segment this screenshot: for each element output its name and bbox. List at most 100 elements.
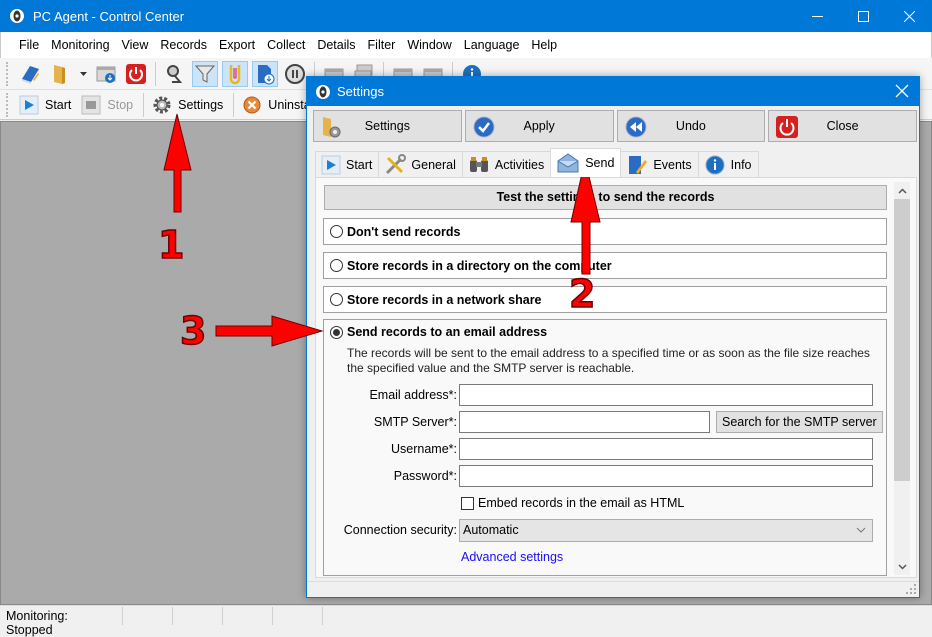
status-cell (273, 606, 323, 625)
send-scroll-area: Test the settings to send the records Do… (316, 178, 916, 577)
tab-events[interactable]: Events (620, 151, 699, 177)
clip-icon (229, 64, 241, 84)
dialog-close-button[interactable] (893, 82, 911, 103)
undo-button[interactable]: Undo (616, 110, 766, 142)
smtp-server-input[interactable] (459, 411, 710, 433)
embed-html-checkbox[interactable] (461, 496, 474, 510)
dialog-settings-button[interactable]: Settings (313, 110, 462, 142)
toolbar-grip[interactable] (6, 92, 9, 117)
menu-filter[interactable]: Filter (362, 38, 402, 52)
username-row: Username*: (324, 438, 873, 460)
connection-security-select[interactable]: Automatic (459, 518, 873, 542)
resize-grip-icon[interactable] (906, 584, 916, 594)
chevron-down-icon (897, 563, 907, 570)
folder-button[interactable] (47, 61, 73, 87)
tab-info-label: Info (730, 157, 752, 172)
start-button[interactable]: Start (15, 92, 77, 118)
scroll-up-button[interactable] (894, 182, 910, 199)
option-directory[interactable]: Store records in a directory on the comp… (323, 252, 887, 279)
close-window-button[interactable] (886, 0, 932, 32)
username-label: Username*: (391, 442, 457, 456)
radio-directory[interactable] (330, 259, 343, 272)
clip-button[interactable] (222, 60, 248, 87)
radio-network-share[interactable] (330, 293, 343, 306)
dialog-close-action-button[interactable]: Close (768, 110, 917, 142)
chevron-down-icon (856, 527, 866, 533)
settings-button[interactable]: Settings (148, 92, 229, 118)
menu-collect[interactable]: Collect (261, 38, 311, 52)
embed-html-label: Embed records in the email as HTML (478, 496, 685, 510)
minimize-button[interactable] (794, 0, 840, 32)
advanced-settings-link[interactable]: Advanced settings (461, 550, 563, 564)
tab-activities-label: Activities (494, 157, 545, 172)
advanced-row: Advanced settings (461, 546, 563, 568)
radio-email[interactable] (330, 325, 343, 339)
download-document-button[interactable] (252, 60, 278, 87)
tab-info[interactable]: Info (697, 151, 759, 177)
send-tab-panel: Test the settings to send the records Do… (315, 177, 917, 578)
records-book-button[interactable] (17, 61, 43, 87)
gear-icon (153, 96, 171, 113)
annotation-label-3: 3 (179, 308, 207, 354)
maximize-icon (857, 10, 869, 22)
scroll-thumb[interactable] (894, 199, 910, 481)
folder-dropdown-button[interactable] (77, 61, 89, 87)
download-window-icon (96, 66, 116, 83)
records-book-icon (22, 65, 39, 84)
tab-send[interactable]: Send (550, 148, 622, 177)
close-icon (903, 10, 915, 22)
start-label: Start (45, 97, 72, 112)
download-window-button[interactable] (93, 61, 119, 87)
power-icon (776, 116, 799, 138)
dialog-footer (307, 581, 919, 597)
toolbar-separator (155, 61, 156, 86)
apply-button[interactable]: Apply (464, 110, 614, 142)
smtp-row: SMTP Server*: Search for the SMTP server (324, 411, 883, 433)
stop-button[interactable]: Stop (77, 92, 139, 118)
username-input[interactable] (459, 438, 873, 460)
main-titlebar: PC Agent - Control Center (0, 0, 932, 32)
tab-activities[interactable]: Activities (461, 151, 552, 177)
stop-label: Stop (107, 97, 134, 112)
password-input[interactable] (459, 465, 873, 487)
email-address-input[interactable] (459, 384, 873, 406)
pause-icon (285, 63, 305, 84)
menu-monitoring[interactable]: Monitoring (45, 38, 115, 52)
menu-export[interactable]: Export (213, 38, 261, 52)
filter-icon (194, 65, 216, 83)
status-cell (173, 606, 223, 625)
menu-file[interactable]: File (13, 38, 45, 52)
menu-window[interactable]: Window (401, 38, 457, 52)
option-directory-label: Store records in a directory on the comp… (347, 258, 612, 273)
pause-button[interactable] (282, 61, 308, 87)
option-network-share[interactable]: Store records in a network share (323, 286, 887, 313)
search-button[interactable] (162, 61, 188, 87)
maximize-button[interactable] (840, 0, 886, 32)
menu-view[interactable]: View (116, 38, 155, 52)
menu-help[interactable]: Help (525, 38, 563, 52)
menu-records[interactable]: Records (154, 38, 213, 52)
toolbar-grip[interactable] (6, 61, 9, 86)
connection-security-value: Automatic (463, 523, 519, 537)
connection-security-label: Connection security: (343, 523, 457, 537)
option-dont-send[interactable]: Don't send records (323, 218, 887, 245)
menu-details[interactable]: Details (311, 38, 361, 52)
radio-dont-send[interactable] (330, 225, 343, 238)
menu-language[interactable]: Language (458, 38, 526, 52)
power-button[interactable] (123, 61, 149, 87)
tab-start[interactable]: Start (315, 151, 380, 177)
search-smtp-button[interactable]: Search for the SMTP server (716, 411, 883, 433)
option-email[interactable]: Send records to an email address (330, 325, 547, 339)
chevron-up-icon (897, 187, 907, 194)
filter-button[interactable] (192, 60, 218, 87)
scroll-down-button[interactable] (894, 558, 910, 575)
play-icon (321, 155, 341, 174)
minimize-icon (811, 15, 823, 17)
test-settings-button[interactable]: Test the settings to send the records (324, 185, 887, 210)
vertical-scrollbar[interactable] (894, 182, 910, 575)
tab-general[interactable]: General (378, 151, 463, 177)
dialog-title: Settings (337, 84, 384, 99)
embed-html-row[interactable]: Embed records in the email as HTML (461, 492, 684, 514)
folder-icon (54, 64, 65, 84)
stop-icon (81, 95, 101, 114)
